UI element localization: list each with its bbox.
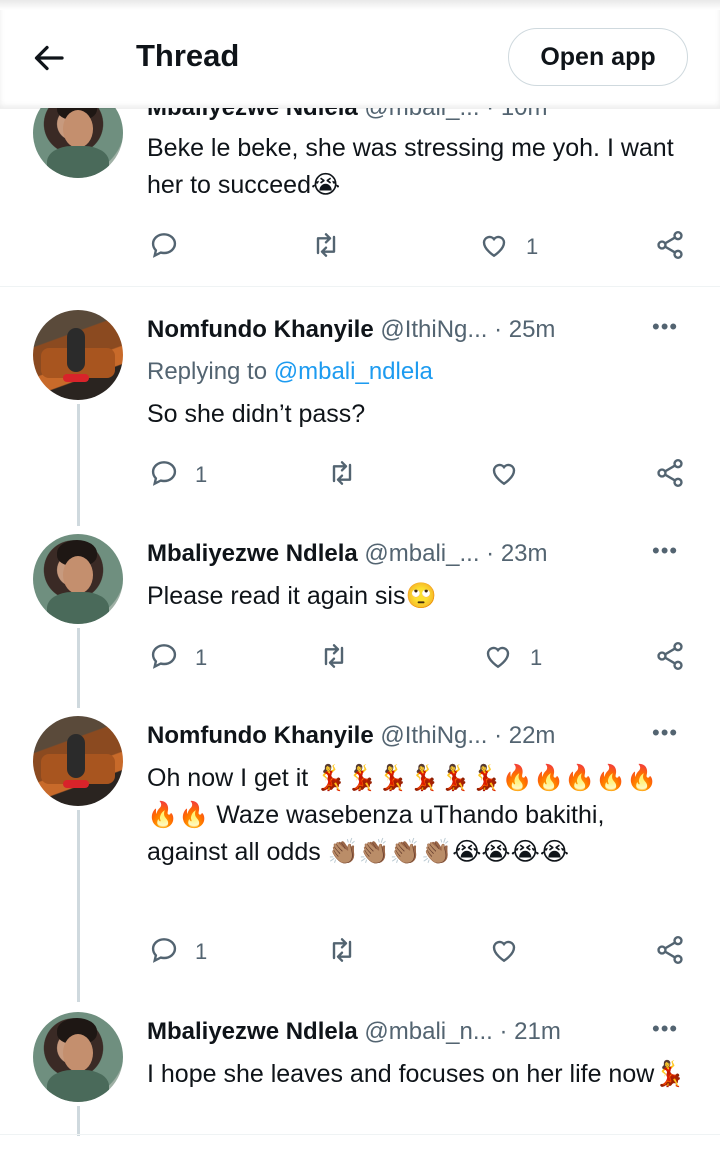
like-button[interactable] — [488, 934, 520, 968]
tweet-text: Oh now I get it 💃💃💃💃💃💃🔥🔥🔥🔥🔥🔥🔥 Waze waseb… — [147, 764, 658, 866]
retweet-button[interactable] — [318, 640, 350, 674]
thread-line — [77, 628, 80, 708]
share-button[interactable] — [654, 640, 686, 674]
retweet-icon — [324, 644, 344, 668]
like-count: 1 — [530, 645, 543, 670]
tweet-header: Nomfundo Khanyile @IthiNg... · 25m — [147, 316, 555, 344]
like-button[interactable] — [478, 229, 510, 263]
avatar[interactable] — [33, 534, 123, 624]
author-handle[interactable]: @mbali_... — [364, 540, 479, 567]
retweet-button[interactable] — [326, 934, 358, 968]
author-name[interactable]: Nomfundo Khanyile — [147, 722, 374, 749]
top-bar: Thread Open app — [0, 0, 720, 108]
share-icon — [657, 642, 683, 670]
thread-line — [77, 1106, 80, 1136]
tweet-text: I hope she leaves and focuses on her lif… — [147, 1060, 686, 1088]
share-icon — [657, 936, 683, 964]
like-icon — [492, 463, 516, 486]
author-name[interactable]: Mbaliyezwe Ndlela — [147, 1018, 358, 1045]
more-icon[interactable]: ••• — [652, 720, 678, 746]
more-icon[interactable]: ••• — [652, 1016, 678, 1042]
reply-button[interactable] — [148, 934, 180, 968]
author-handle[interactable]: @mbali_n... — [364, 1018, 492, 1045]
timestamp[interactable]: · 22m — [494, 722, 555, 749]
share-button[interactable] — [654, 934, 686, 968]
more-icon[interactable]: ••• — [652, 538, 678, 564]
share-button[interactable] — [654, 457, 686, 491]
avatar[interactable] — [33, 310, 123, 400]
replying-to-handle[interactable]: @mbali_ndlela — [274, 358, 433, 385]
open-app-button[interactable]: Open app — [508, 28, 688, 86]
tweet-header: Nomfundo Khanyile @IthiNg... · 22m — [147, 722, 555, 750]
more-icon[interactable]: ••• — [652, 314, 678, 340]
reply-count: 1 — [195, 462, 208, 487]
reply-icon — [151, 938, 177, 963]
retweet-icon — [332, 938, 352, 962]
share-icon — [657, 459, 683, 487]
timestamp[interactable]: · 21m — [500, 1018, 561, 1045]
tweet-header: Mbaliyezwe Ndlela @mbali_... · 23m — [147, 540, 548, 568]
reply-count: 1 — [195, 645, 208, 670]
thread-line — [77, 810, 80, 1002]
avatar[interactable] — [33, 716, 123, 806]
share-icon — [657, 231, 683, 259]
tweet-text: Please read it again sis🙄 — [147, 582, 437, 610]
like-icon — [492, 940, 516, 963]
reply-button[interactable] — [148, 640, 180, 674]
author-handle[interactable]: @IthiNg... — [380, 316, 487, 343]
retweet-icon — [316, 233, 336, 257]
reply-icon — [151, 644, 177, 669]
retweet-button[interactable] — [310, 229, 342, 263]
like-icon — [482, 235, 506, 258]
avatar[interactable] — [33, 1012, 123, 1102]
tweet-text: So she didn’t pass? — [147, 400, 366, 428]
like-count: 1 — [526, 234, 539, 259]
like-button[interactable] — [482, 640, 514, 674]
timestamp[interactable]: · 25m — [494, 316, 555, 343]
retweet-button[interactable] — [326, 457, 358, 491]
author-name[interactable]: Nomfundo Khanyile — [147, 316, 374, 343]
reply-count: 1 — [195, 939, 208, 964]
thread-line — [77, 404, 80, 526]
back-arrow-icon — [34, 45, 64, 71]
replying-to-label: Replying to — [147, 358, 268, 385]
reply-icon — [151, 233, 177, 258]
retweet-icon — [332, 461, 352, 485]
tweet-text: Beke le beke, she was stressing me yoh. … — [147, 134, 674, 199]
page-title: Thread — [136, 38, 240, 73]
author-handle[interactable]: @IthiNg... — [380, 722, 487, 749]
divider — [0, 286, 720, 287]
back-button[interactable] — [32, 40, 68, 76]
replying-to: Replying to @mbali_ndlela — [147, 358, 433, 386]
author-name[interactable]: Mbaliyezwe Ndlela — [147, 540, 358, 567]
reply-button[interactable] — [148, 229, 180, 263]
share-button[interactable] — [654, 229, 686, 263]
reply-button[interactable] — [148, 457, 180, 491]
tweet-header: Mbaliyezwe Ndlela @mbali_n... · 21m — [147, 1018, 561, 1046]
reply-icon — [151, 461, 177, 486]
divider — [0, 1134, 720, 1135]
like-icon — [486, 646, 510, 669]
like-button[interactable] — [488, 457, 520, 491]
timestamp[interactable]: · 23m — [486, 540, 547, 567]
